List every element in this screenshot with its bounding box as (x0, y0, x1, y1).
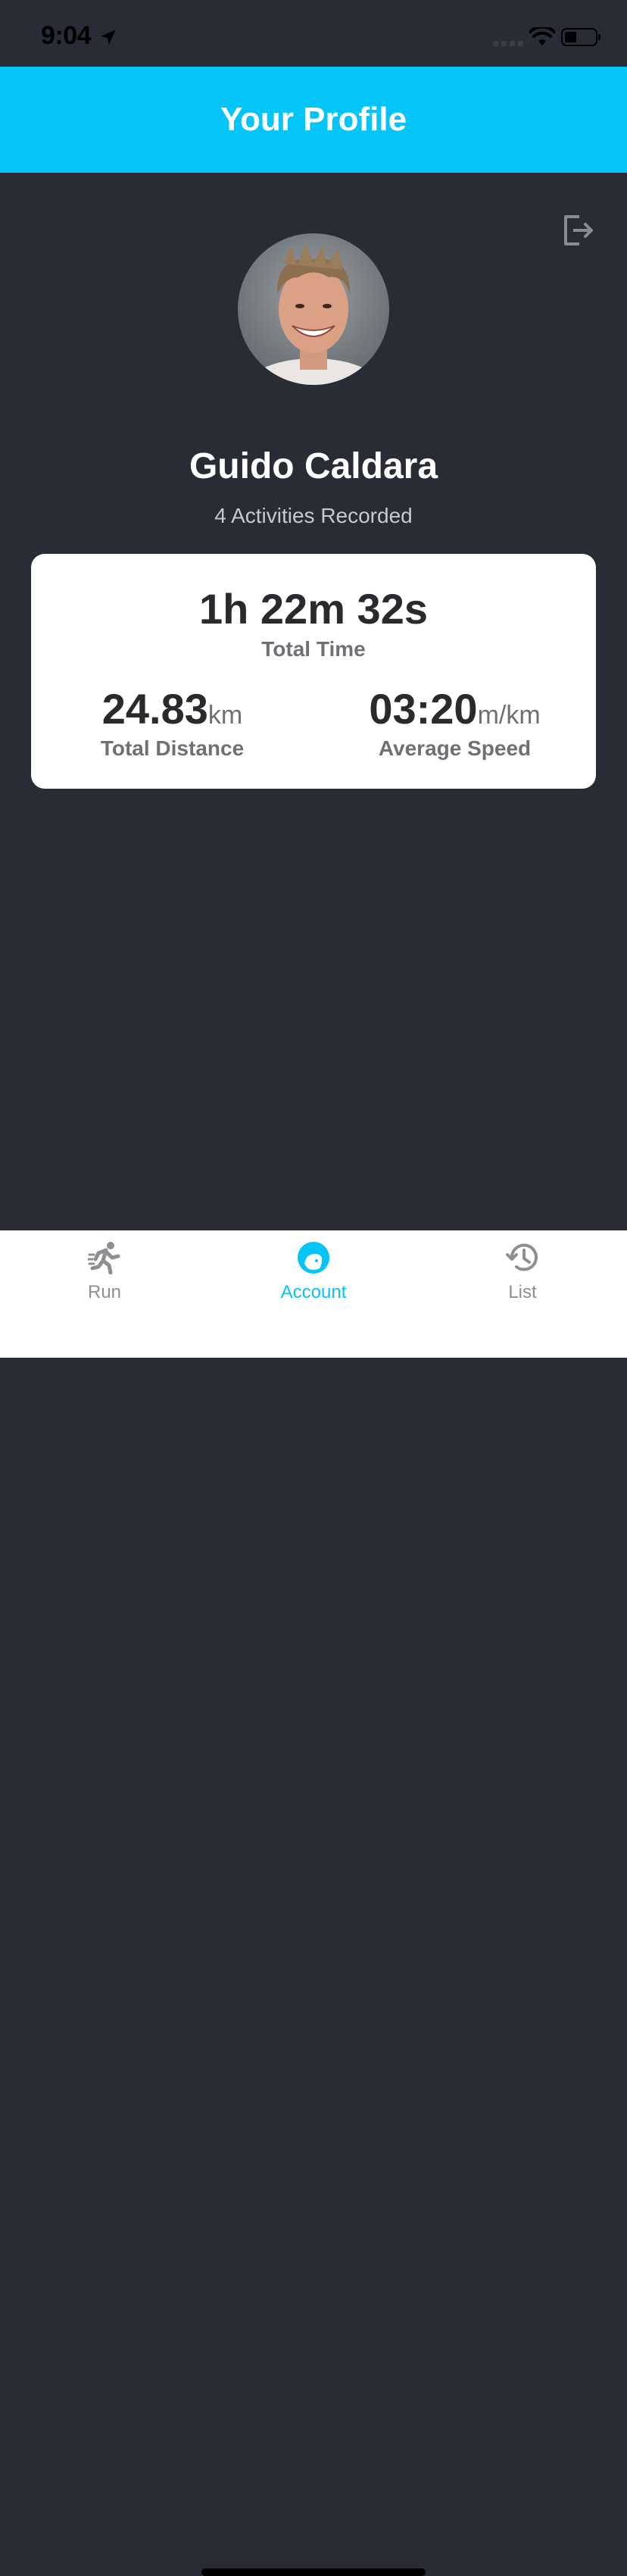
activities-count: 4 Activities Recorded (214, 504, 413, 527)
stats-card: 1h 22m 32s Total Time 24.83km Total Dist… (31, 554, 596, 789)
tab-run[interactable]: Run (0, 1230, 209, 1314)
history-icon (506, 1243, 538, 1271)
tab-list[interactable]: List (418, 1230, 627, 1314)
total-distance-value-line: 24.83km (31, 684, 314, 733)
total-distance-value: 24.83 (101, 685, 208, 733)
location-arrow-icon (101, 30, 116, 45)
tab-run-label: Run (87, 1282, 122, 1302)
avatar (238, 233, 389, 385)
average-speed-value: 03:20 (369, 685, 478, 733)
tab-account-label: Account (280, 1282, 347, 1302)
page-title: Your Profile (220, 101, 407, 138)
account-icon (298, 1242, 329, 1274)
status-time: 9:04 (41, 21, 92, 50)
signal-icon (493, 41, 523, 46)
average-speed-label: Average Speed (378, 736, 532, 760)
total-time-value: 1h 22m 32s (199, 585, 428, 633)
avatar-photo (238, 233, 389, 385)
tab-bar: Run Account List (0, 1230, 627, 2576)
total-distance-unit: km (207, 701, 243, 730)
tab-list-label: List (508, 1282, 537, 1302)
runner-icon (88, 1242, 120, 1274)
header: Your Profile (0, 67, 627, 173)
average-speed-value-line: 03:20m/km (314, 684, 596, 733)
logout-icon[interactable] (560, 212, 596, 249)
home-indicator (201, 2568, 426, 2576)
total-distance-stat: 24.83km Total Distance (31, 684, 314, 761)
average-speed-stat: 03:20m/km Average Speed (314, 684, 596, 761)
battery-icon (561, 28, 600, 46)
status-bar: 9:04 (0, 0, 627, 67)
total-time-label: Total Time (261, 637, 366, 661)
tab-account[interactable]: Account (209, 1230, 418, 1314)
wifi-icon (529, 27, 555, 45)
total-distance-label: Total Distance (100, 736, 245, 760)
profile-name: Guido Caldara (189, 446, 438, 486)
average-speed-unit: m/km (477, 701, 541, 730)
